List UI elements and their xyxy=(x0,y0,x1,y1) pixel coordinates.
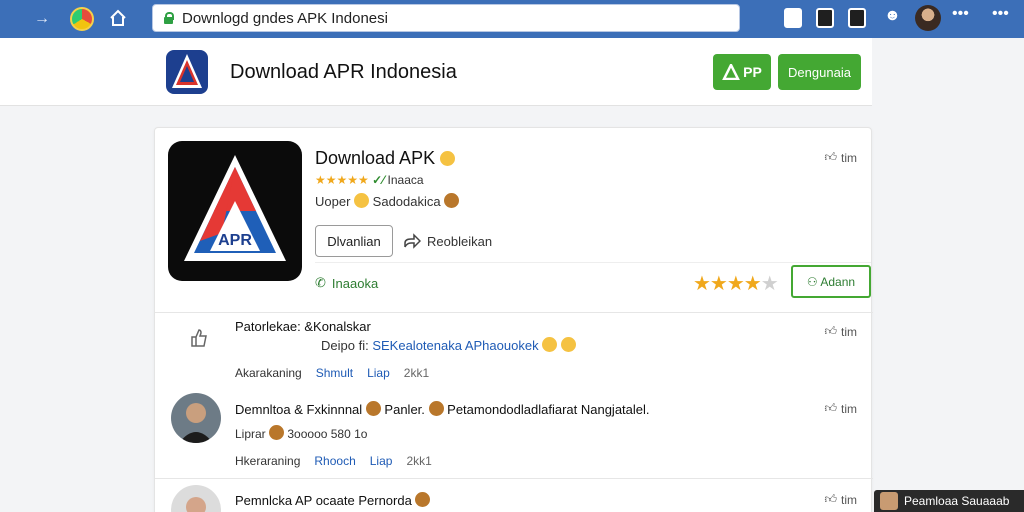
row-1-action[interactable]: Shmult xyxy=(316,366,353,380)
browser-logo-icon[interactable] xyxy=(70,7,94,31)
browser-toolbar: → ☻ ••• ••• xyxy=(0,0,1024,38)
phone-link[interactable]: ✆ Inaaoka xyxy=(315,275,378,291)
url-input[interactable] xyxy=(182,9,722,27)
row-2-title: Demnltoa & Fxkinnnal Panler. Petamondodl… xyxy=(235,401,650,417)
verified-check-icon: ✓⁄ xyxy=(372,173,385,187)
rating-line: ★★★★★ ✓⁄ Inaaca xyxy=(315,173,424,187)
overflow-menu-icon[interactable]: ••• xyxy=(992,5,1009,23)
user-add-icon: ⚇ xyxy=(806,274,818,289)
smile-emoji-icon xyxy=(440,151,456,166)
app-icon: APR xyxy=(168,141,302,281)
section-divider xyxy=(155,478,873,479)
site-logo[interactable] xyxy=(166,50,208,94)
row-2-like[interactable]: 👍︎ tim xyxy=(824,401,857,416)
face-emoji-icon xyxy=(354,193,370,208)
avatar[interactable] xyxy=(171,393,221,443)
grin-emoji-2-icon xyxy=(560,337,576,352)
row-2-subtitle: Liprar 3ooooo 580 1o xyxy=(235,425,368,441)
row-1-like[interactable]: 👍︎ tim xyxy=(824,324,857,339)
thumbs-up-icon: 👍︎ xyxy=(824,150,837,164)
extension-icon[interactable] xyxy=(816,8,834,28)
rating-stars-large: ★★★★★ xyxy=(693,273,779,295)
developer-name[interactable]: Sadodakica xyxy=(373,194,441,209)
lock-icon xyxy=(163,12,174,24)
extension-2-icon[interactable] xyxy=(848,8,866,28)
home-icon[interactable] xyxy=(108,8,128,28)
notification-toast[interactable]: Peamloaa Sauaaab xyxy=(874,490,1024,512)
section-divider xyxy=(155,312,873,313)
row-1-meta: Akarakaning Shmult Liap 2kk1 xyxy=(235,366,430,380)
forward-arrow-icon[interactable]: → xyxy=(32,9,52,29)
row-3-title: Pemnlcka AP ocaate Pernorda xyxy=(235,492,431,508)
developer-line: Uoper Sadodakica xyxy=(315,193,460,209)
share-button[interactable]: Reobleikan xyxy=(403,225,492,257)
row-2-reply[interactable]: Liap xyxy=(370,454,393,468)
app-name: Download APK xyxy=(315,148,456,169)
rating-stars: ★★★★★ xyxy=(315,173,369,187)
page-icon[interactable] xyxy=(784,8,802,28)
divider xyxy=(315,262,871,263)
svg-text:APR: APR xyxy=(218,232,252,249)
play-icon xyxy=(722,64,741,80)
row-1-reply[interactable]: Liap xyxy=(367,366,390,380)
avatar xyxy=(880,492,898,510)
avatar[interactable] xyxy=(171,485,221,512)
app-card: APR Download APK ★★★★★ ✓⁄ Inaaca Uoper S… xyxy=(154,127,873,512)
box-emoji-icon xyxy=(428,401,444,416)
phone-icon: ✆ xyxy=(315,275,326,290)
thumbs-up-icon: 👍︎ xyxy=(824,324,837,338)
address-bar[interactable] xyxy=(152,4,740,32)
row-3-like[interactable]: 👍︎ tim xyxy=(824,492,857,507)
site-header: Download APR Indonesia PP Dengunaia xyxy=(0,38,872,106)
thumbs-up-outline-icon xyxy=(191,329,207,347)
download-button[interactable]: Dlvanlian xyxy=(315,225,393,257)
row-2-meta: Hkeraraning Rhooch Liap 2kk1 xyxy=(235,454,432,468)
more-menu-icon[interactable]: ••• xyxy=(952,5,969,23)
emoji-extension-icon[interactable]: ☻ xyxy=(884,7,901,25)
row-1-subtitle: Deipo fi: SEKealotenaka APhaouokek xyxy=(321,337,576,353)
header-main-button[interactable]: Dengunaia xyxy=(778,54,861,90)
bear-emoji-icon xyxy=(415,492,431,507)
thumbs-up-icon: 👍︎ xyxy=(824,492,837,506)
profile-avatar[interactable] xyxy=(915,5,941,31)
app-button-label: PP xyxy=(743,64,762,80)
share-icon xyxy=(404,233,421,249)
row-1-link[interactable]: SEKealotenaka APhaouokek xyxy=(372,338,538,353)
thumbs-up-icon: 👍︎ xyxy=(824,401,837,415)
rating-text: Inaaca xyxy=(387,173,424,187)
hand-emoji-icon xyxy=(269,425,285,440)
bear-emoji-icon xyxy=(444,193,460,208)
bear-emoji-icon xyxy=(365,401,381,416)
row-2-action[interactable]: Rhooch xyxy=(314,454,355,468)
app-button[interactable]: PP xyxy=(713,54,771,90)
site-title: Download APR Indonesia xyxy=(230,61,457,83)
like-button[interactable]: 👍︎ tim xyxy=(824,150,857,165)
row-1-title: Patorlekae: &Konalskar xyxy=(235,319,371,334)
grin-emoji-icon xyxy=(542,337,558,352)
install-button[interactable]: ⚇ Adann xyxy=(791,265,871,298)
